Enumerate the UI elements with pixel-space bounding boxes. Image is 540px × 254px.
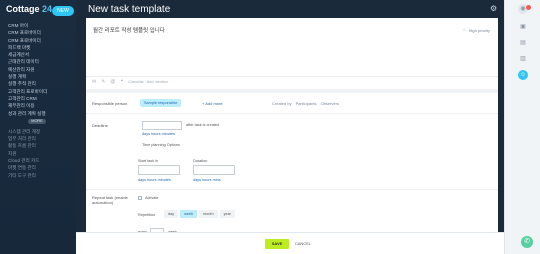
frequency-option-day[interactable]: day	[164, 210, 179, 218]
sidebar-item[interactable]: CRM 프로바이더	[8, 29, 72, 36]
sidebar-item[interactable]: CRM 아이	[8, 22, 72, 29]
role-link-participants[interactable]: Participants	[296, 101, 317, 106]
sidebar-item[interactable]: 재무관리 이용	[8, 102, 72, 109]
left-sidebar: Cottage 24 NEW CRM 아이 CRM 프로바이더 CRM 프로바이…	[0, 0, 76, 254]
divider	[86, 189, 498, 190]
save-button[interactable]: SAVE	[265, 239, 289, 249]
deadline-unit-links[interactable]: days hours minutes	[142, 132, 175, 136]
deadline-input[interactable]	[142, 121, 182, 130]
attach-icon[interactable]: ✉	[92, 79, 96, 85]
sidebar-item[interactable]: 실행 추적 관리	[8, 80, 72, 87]
frequency-label: Repetition	[138, 213, 156, 217]
sidebar-item[interactable]: 업무 처리 관리	[8, 135, 72, 142]
app-logo[interactable]: Cottage 24	[6, 4, 52, 14]
responsible-person-tag[interactable]: Sample responsible	[140, 99, 182, 107]
task-template-form: 월간 리포트 작성 템플릿 입니다 ♨ High priority ✉ ✎ @ …	[86, 18, 498, 254]
frequency-option-week[interactable]: week	[180, 210, 197, 218]
sidebar-item[interactable]: CRM 프로바이더	[8, 37, 72, 44]
sidebar-item[interactable]: 세금계산서	[8, 51, 72, 58]
toolbar-text: Checklist · Add mention	[128, 80, 169, 84]
start-input[interactable]	[138, 165, 180, 175]
duration-unit-links[interactable]: days hours mins	[193, 178, 221, 182]
sidebar-item[interactable]: 피드백 마켓	[8, 44, 72, 51]
cancel-button[interactable]: CANCEL	[294, 239, 312, 249]
sidebar-item[interactable]: 지원	[8, 150, 72, 157]
editor-divider	[86, 76, 498, 77]
chat-contact-icon[interactable]: ☺	[518, 70, 528, 80]
logo-number: 24	[42, 4, 53, 14]
add-more-link[interactable]: + Add more	[202, 101, 223, 106]
gear-icon[interactable]: ⚙	[490, 5, 498, 13]
start-unit-links[interactable]: days hours minutes	[138, 178, 171, 182]
pen-icon[interactable]: ✎	[101, 79, 105, 85]
page-title: New task template	[88, 4, 171, 15]
role-link-observers[interactable]: Observers	[320, 101, 338, 106]
logo-word: Cottage	[6, 4, 40, 14]
frequency-option-year[interactable]: year	[219, 210, 235, 218]
frequency-option-month[interactable]: month	[199, 210, 218, 218]
sidebar-item[interactable]: Cloud 관리 카드	[8, 157, 72, 164]
role-links: Created by Participants Observers	[272, 101, 339, 106]
task-settings: Responsible person Sample responsible + …	[86, 93, 498, 254]
high-priority-toggle[interactable]: ♨ High priority	[462, 27, 490, 33]
frequency-selector: day week month year	[164, 210, 235, 218]
sidebar-item[interactable]: 활동 흐름 관리	[8, 142, 72, 149]
sidebar-item[interactable]: 마켓 연동 관리	[8, 164, 72, 171]
time-planning-links[interactable]: Time planning Options	[142, 143, 180, 147]
quote-icon[interactable]: ❝	[120, 79, 123, 85]
right-panel: ◉ ▣ ▤ ▥ ☺ ✆	[504, 0, 540, 254]
start-label: Start task in	[138, 159, 159, 163]
flame-icon: ♨	[462, 27, 467, 33]
role-link-created-by[interactable]: Created by	[272, 101, 292, 106]
top-bar: New task template ⚙	[76, 0, 504, 20]
repeat-checkbox-label: Activate	[145, 196, 159, 200]
notification-badge	[526, 5, 531, 10]
sidebar-nav: CRM 아이 CRM 프로바이더 CRM 프로바이더 피드백 마켓 세금계산서 …	[8, 22, 72, 179]
documents-icon[interactable]: ▥	[518, 54, 528, 64]
sidebar-item[interactable]: 시스템 관리 계정	[8, 128, 72, 135]
divider	[86, 113, 498, 114]
task-editor: 월간 리포트 작성 템플릿 입니다 ♨ High priority ✉ ✎ @ …	[86, 18, 498, 89]
new-button[interactable]: NEW	[52, 6, 74, 16]
task-name-input[interactable]: 월간 리포트 작성 템플릿 입니다	[93, 26, 165, 34]
duration-input[interactable]	[193, 165, 235, 175]
mention-icon[interactable]: @	[110, 79, 115, 85]
calendar-icon[interactable]: ▣	[518, 22, 528, 32]
more-button[interactable]: MORE	[28, 118, 46, 124]
repeat-label: Repeat task (enable automation)	[92, 195, 128, 205]
sidebar-item[interactable]: 실행 계획	[8, 73, 72, 80]
sidebar-item[interactable]: 예산관리 자원	[8, 66, 72, 73]
high-priority-label: High priority	[468, 27, 490, 33]
duration-label: Duration	[193, 159, 208, 163]
responsible-label: Responsible person	[92, 101, 128, 106]
deadline-label: Deadline	[92, 123, 108, 128]
phone-icon[interactable]: ✆	[521, 236, 533, 248]
sidebar-item[interactable]: 고객관리 CRM	[8, 95, 72, 102]
sidebar-item[interactable]: 고객관리 프로바이더	[8, 88, 72, 95]
deadline-hint: after task is created	[186, 123, 220, 127]
form-footer: SAVE CANCEL	[76, 232, 504, 254]
sidebar-item[interactable]: 근태관리 데이터	[8, 58, 72, 65]
repeat-checkbox[interactable]	[138, 196, 142, 200]
disk-icon[interactable]: ▤	[518, 38, 528, 48]
editor-toolbar: ✉ ✎ @ ❝ Checklist · Add mention	[92, 79, 168, 85]
sidebar-item[interactable]: 기타 도구 관리	[8, 172, 72, 179]
sidebar-item[interactable]: 성과 관리 계획 실행	[8, 110, 72, 117]
